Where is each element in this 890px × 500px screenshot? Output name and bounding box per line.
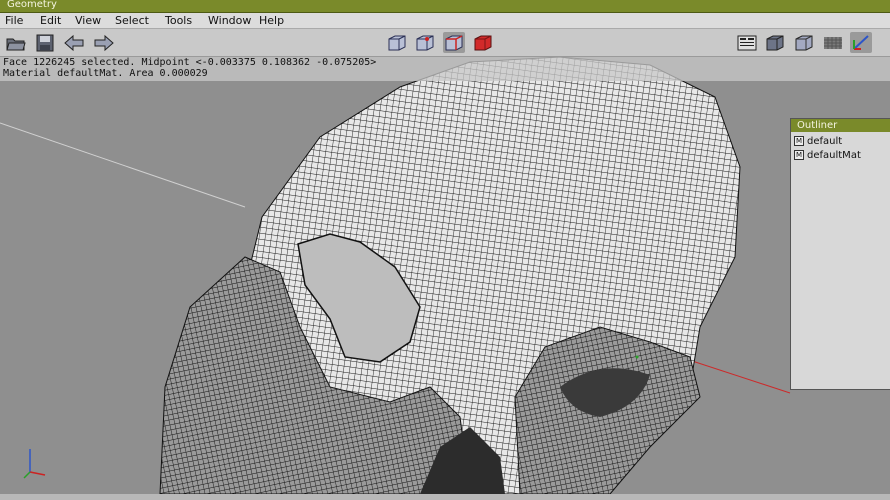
menu-window[interactable]: Window [208, 14, 251, 27]
menu-select[interactable]: Select [115, 14, 149, 27]
menubar: File Edit View Select Tools Window Help [0, 13, 890, 29]
arrow-left-icon [64, 34, 84, 51]
forward-button[interactable] [93, 32, 115, 53]
outliner-item-label: defaultMat [807, 149, 861, 161]
window-title: Geometry [7, 0, 57, 10]
save-icon [36, 34, 54, 51]
menu-file[interactable]: File [5, 14, 23, 27]
panel-layout-icon [737, 35, 757, 50]
texture-grid-icon [824, 36, 842, 49]
material-badge-icon: M [794, 150, 804, 160]
select-face-mode-button[interactable] [472, 32, 494, 53]
status-bar [0, 494, 890, 500]
wireframe-shading-button[interactable] [764, 32, 786, 53]
material-badge-icon: M [794, 136, 804, 146]
vertex-cube-icon [416, 35, 434, 50]
folder-open-icon [6, 38, 26, 50]
outliner-panel[interactable]: Outliner M default M defaultMat [790, 118, 890, 390]
shaded-cube-icon [795, 35, 813, 50]
outliner-item-label: default [807, 135, 843, 147]
panel-layout-button[interactable] [736, 32, 758, 53]
solid-cube-icon [766, 35, 784, 50]
selection-info-line1: Face 1226245 selected. Midpoint <-0.0033… [3, 57, 377, 68]
menu-view[interactable]: View [75, 14, 101, 27]
axis-gizmo [23, 449, 46, 479]
menu-tools[interactable]: Tools [165, 14, 192, 27]
edge-cube-icon [445, 34, 463, 50]
texture-button[interactable] [822, 32, 844, 53]
select-edge-mode-button[interactable] [443, 32, 465, 53]
open-button[interactable] [5, 32, 27, 53]
menu-edit[interactable]: Edit [40, 14, 61, 27]
axes-toggle-button[interactable] [850, 32, 872, 53]
axes-icon [853, 34, 869, 50]
selection-info-overlay: Face 1226245 selected. Midpoint <-0.0033… [0, 57, 890, 81]
smooth-shading-button[interactable] [793, 32, 815, 53]
selection-info-line2: Material defaultMat. Area 0.000029 [3, 68, 208, 79]
toolbar [0, 29, 890, 57]
outliner-item-defaultmat[interactable]: M defaultMat [791, 148, 890, 162]
axis-line-x [0, 122, 246, 208]
select-vertex-mode-button[interactable] [414, 32, 436, 53]
skull-mesh-render[interactable] [0, 57, 890, 494]
face-cube-icon [474, 35, 492, 50]
window-titlebar: Geometry [0, 0, 890, 13]
menu-help[interactable]: Help [259, 14, 284, 27]
back-button[interactable] [63, 32, 85, 53]
selected-face-marker [635, 355, 639, 359]
save-button[interactable] [34, 32, 56, 53]
wire-cube-icon [388, 35, 406, 50]
outliner-title: Outliner [791, 119, 890, 132]
select-object-mode-button[interactable] [386, 32, 408, 53]
3d-viewport[interactable]: Face 1226245 selected. Midpoint <-0.0033… [0, 57, 890, 494]
arrow-right-icon [94, 34, 114, 51]
outliner-item-default[interactable]: M default [791, 134, 890, 148]
